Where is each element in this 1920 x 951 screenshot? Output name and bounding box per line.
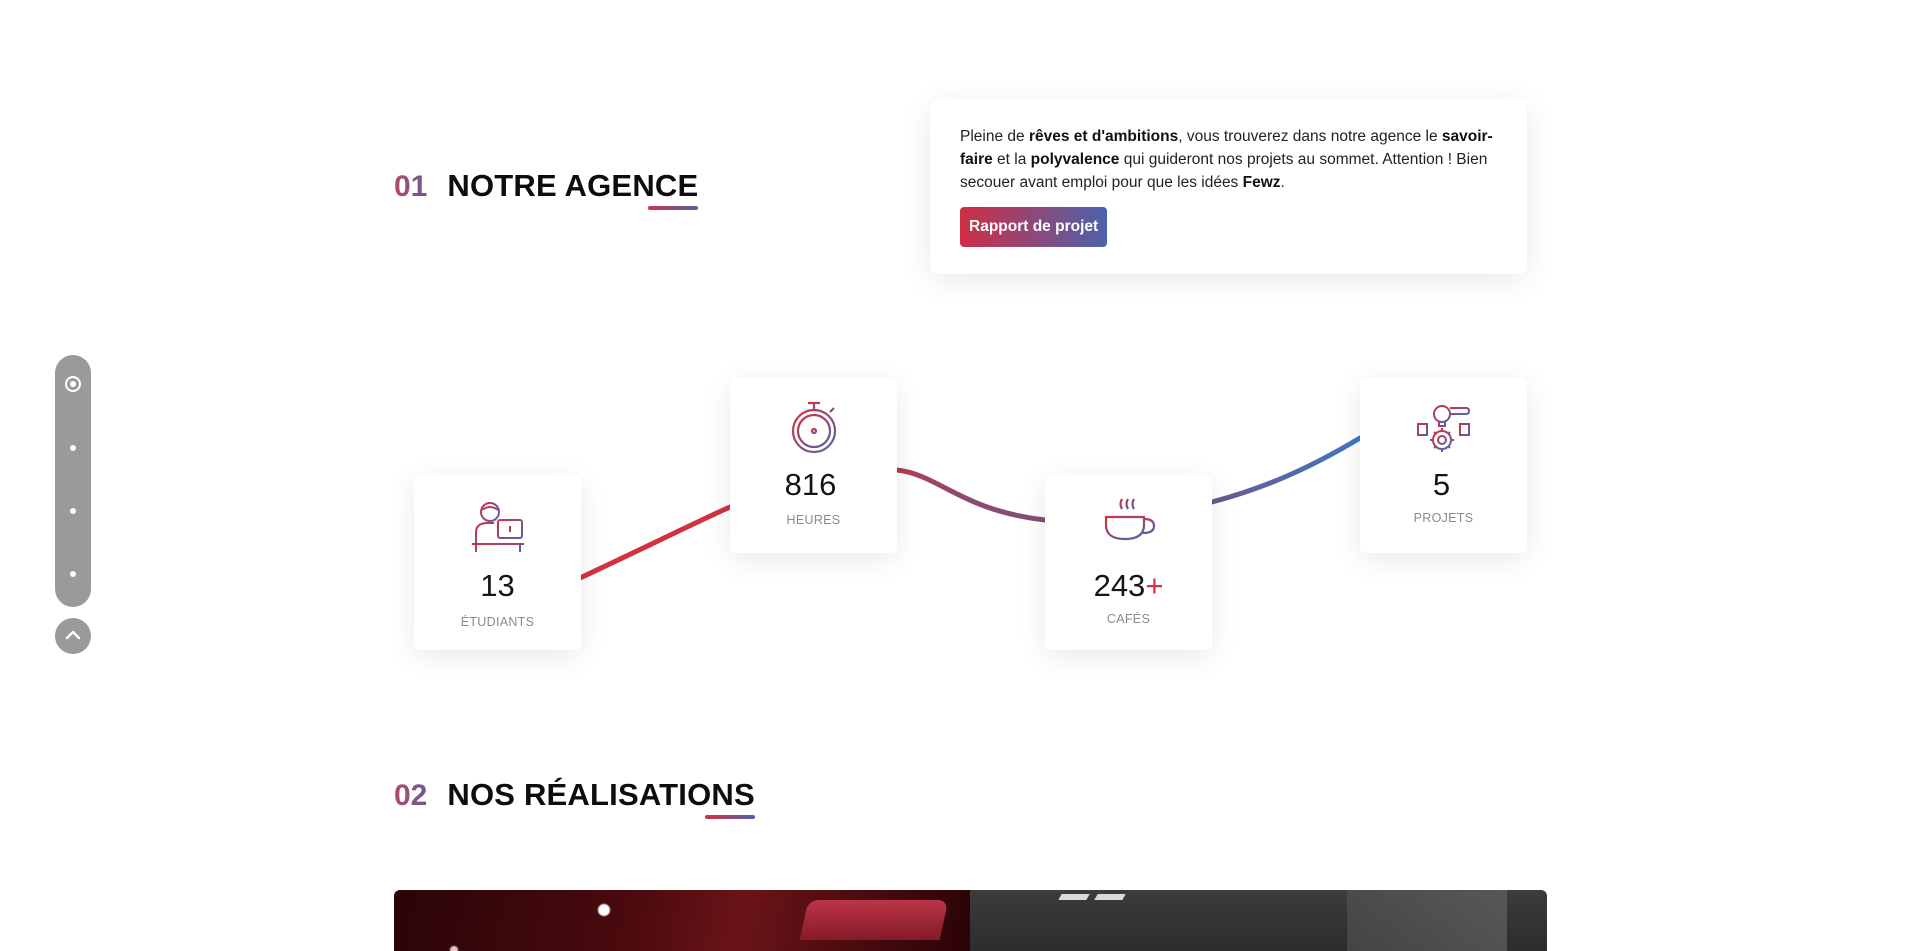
stats-connector-curve: [577, 435, 1363, 581]
stat-card-projects: 5 PROJETS: [1360, 378, 1527, 553]
section-2-title: NOS RÉALISATIONS: [447, 777, 755, 819]
section-2-title-text: NOS RÉALISATIONS: [447, 777, 755, 812]
stat-label: ÉTUDIANTS: [460, 615, 535, 629]
title-underline: [704, 815, 755, 819]
stat-card-hours: 816 HEURES: [730, 378, 897, 553]
idea-gear-icon: [1416, 405, 1470, 452]
stat-value-number: 243: [1093, 568, 1146, 603]
stat-label: PROJETS: [1413, 511, 1474, 525]
stat-card-coffees: 243+ CAFÉS: [1045, 475, 1212, 650]
stat-value: 13: [480, 568, 515, 603]
stat-label: CAFÉS: [1106, 612, 1151, 626]
realisations-gallery: [394, 890, 1547, 951]
project-image-1[interactable]: [394, 890, 970, 951]
stat-value-suffix: +: [1145, 568, 1164, 603]
project-image-2[interactable]: [970, 890, 1547, 951]
student-computer-icon: [471, 502, 524, 552]
section-2-number: 02: [394, 779, 428, 812]
stat-value: 243+: [1045, 568, 1212, 604]
stat-card-students: 13 ÉTUDIANTS: [414, 475, 581, 650]
stopwatch-icon: [791, 401, 836, 454]
coffee-cup-icon: [1101, 498, 1155, 549]
stat-label: HEURES: [786, 513, 841, 527]
stat-value: 5: [1432, 467, 1451, 502]
section-2-heading: 02 NOS RÉALISATIONS: [394, 777, 755, 819]
stat-value: 816: [784, 467, 837, 502]
